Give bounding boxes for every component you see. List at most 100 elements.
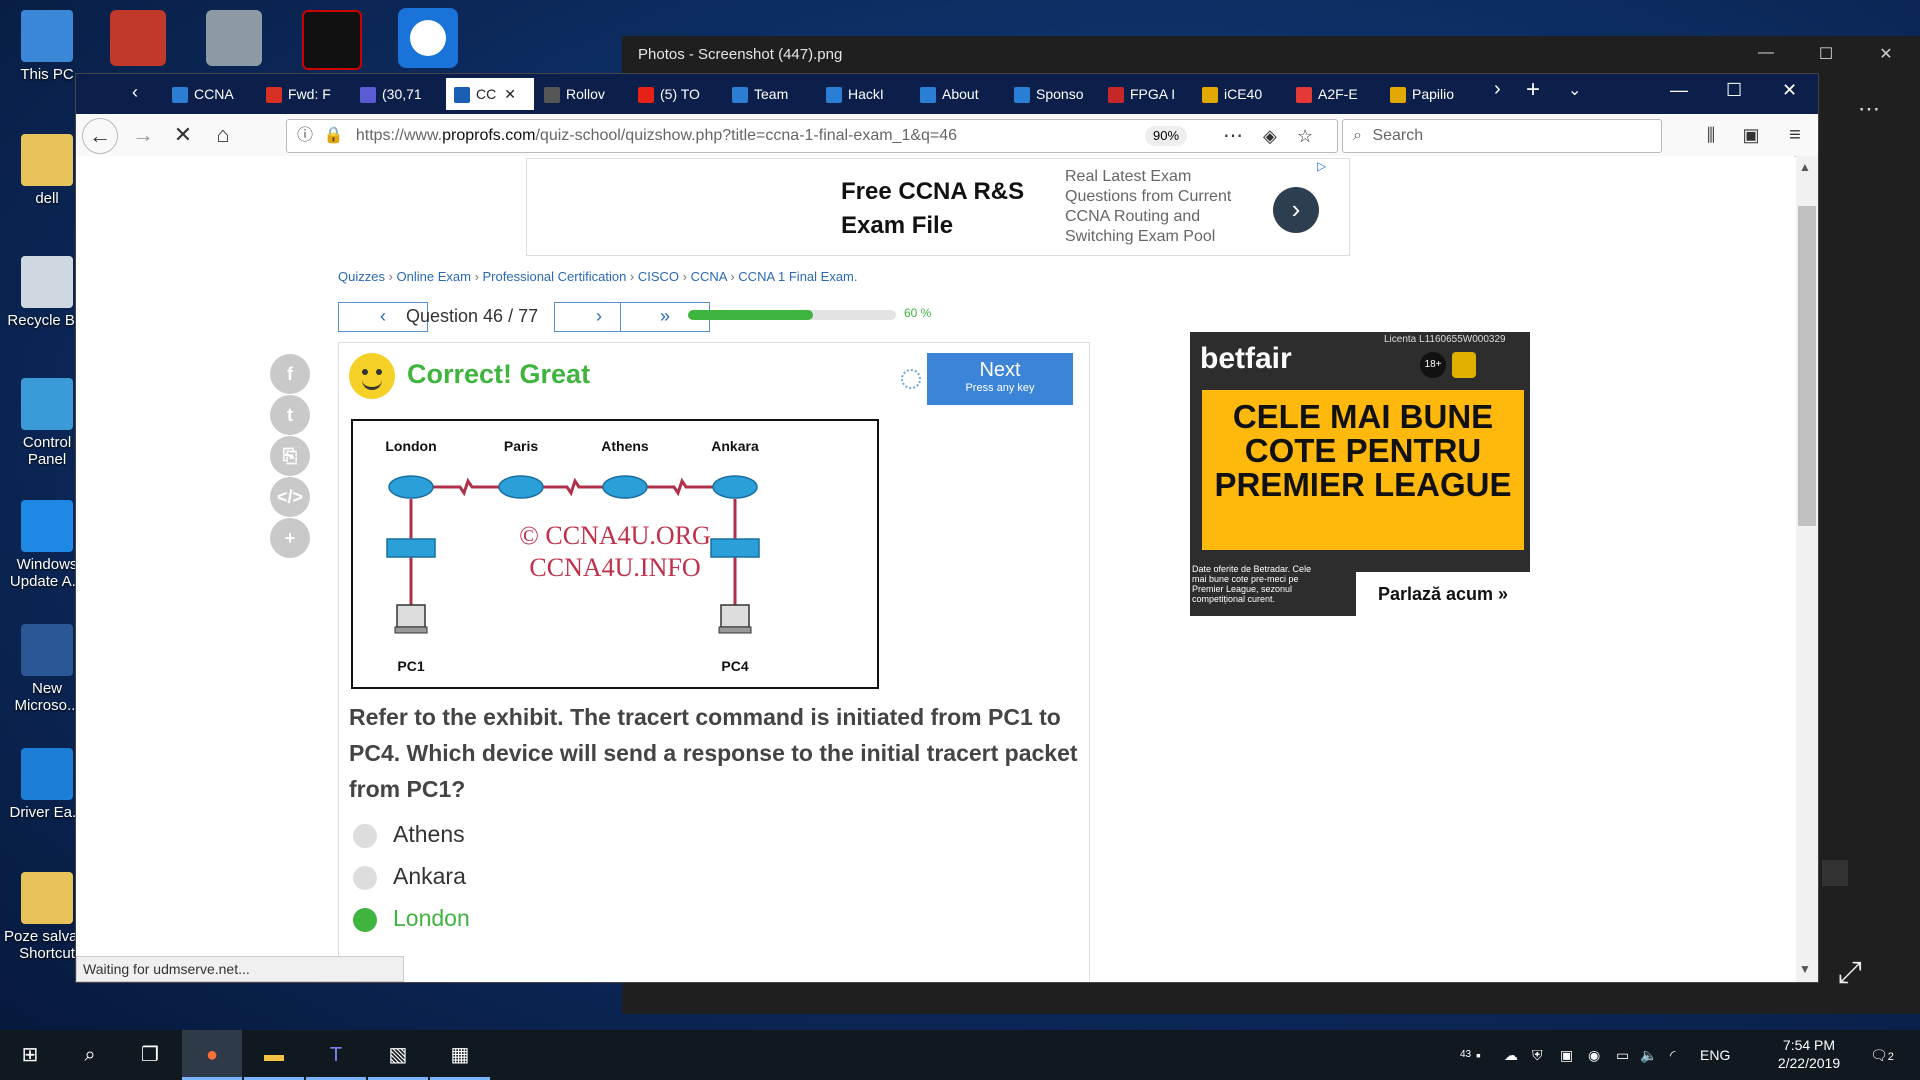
ad-cta-button[interactable]: Parlază acum » — [1356, 572, 1530, 616]
ad-arrow-icon[interactable]: › — [1273, 187, 1319, 233]
maximize-icon[interactable]: ☐ — [1806, 44, 1846, 64]
radio-button[interactable] — [353, 907, 377, 932]
answer-option[interactable]: Athens — [353, 821, 465, 848]
fullscreen-icon[interactable]: ⤢ — [1838, 956, 1862, 990]
browser-tab[interactable]: iCE40 — [1194, 78, 1286, 110]
next-button[interactable]: Next Press any key — [927, 353, 1073, 405]
browser-tab[interactable]: FPGA I — [1100, 78, 1192, 110]
browser-tab[interactable]: CC ✕ — [446, 78, 534, 110]
notifications-icon[interactable]: 🗨2 — [1870, 1030, 1894, 1080]
zoom-badge[interactable]: 90% — [1145, 126, 1188, 146]
back-icon[interactable]: ← — [82, 118, 118, 154]
language-indicator[interactable]: ENG — [1700, 1030, 1730, 1080]
tabs-scroll-left-icon[interactable]: ‹ — [132, 82, 138, 103]
radio-button[interactable] — [353, 823, 377, 848]
menu-icon[interactable]: ≡ — [1780, 120, 1810, 150]
browser-tab[interactable]: Team — [724, 78, 816, 110]
breadcrumb-link[interactable]: CCNA 1 Final Exam. — [738, 269, 857, 284]
calculator-icon[interactable]: ▦ — [430, 1030, 490, 1080]
tabs-scroll-right-icon[interactable]: › — [1494, 78, 1501, 101]
answer-option[interactable]: Ankara — [353, 863, 466, 890]
browser-tab[interactable]: (5) TO — [630, 78, 722, 110]
lock-warning-icon[interactable]: 🔒 — [323, 127, 343, 144]
tray-teams-icon[interactable]: ▪ — [1476, 1030, 1481, 1080]
tray-defender-icon[interactable]: ▣ — [1560, 1030, 1573, 1080]
breadcrumb-link[interactable]: CISCO — [638, 269, 679, 284]
library-icon[interactable]: ⫼ — [1696, 120, 1726, 150]
photos-taskbar-icon[interactable]: ▧ — [368, 1030, 428, 1080]
start-icon[interactable]: ⊞ — [0, 1030, 60, 1080]
browser-tab[interactable]: (30,71 — [352, 78, 444, 110]
tray-cloud-icon[interactable]: ☁ — [1504, 1030, 1518, 1080]
scrollbar[interactable]: ▲ ▼ — [1796, 156, 1818, 982]
minimize-icon[interactable]: — — [1746, 44, 1786, 62]
ff-maximize-icon[interactable]: ☐ — [1726, 80, 1742, 101]
adchoices-icon[interactable]: ▷ — [1317, 159, 1326, 173]
tab-close-icon[interactable]: ✕ — [504, 86, 516, 102]
new-tab-icon[interactable]: + — [1526, 76, 1540, 104]
breadcrumb-link[interactable]: Quizzes — [338, 269, 385, 284]
breadcrumb-link[interactable]: CCNA — [691, 269, 727, 284]
task-view-icon[interactable]: ❐ — [120, 1030, 180, 1080]
scroll-thumb[interactable] — [1798, 206, 1816, 526]
embed-icon[interactable]: </> — [270, 477, 310, 517]
more-share-icon[interactable]: + — [270, 518, 310, 558]
bookmark-star-icon[interactable]: ☆ — [1297, 120, 1313, 152]
stop-icon[interactable]: ✕ — [168, 120, 198, 150]
browser-tab[interactable]: About — [912, 78, 1004, 110]
page-actions-icon[interactable]: ⋯ — [1223, 120, 1243, 152]
breadcrumb-link[interactable]: Professional Certification — [483, 269, 627, 284]
copy-link-icon[interactable]: ⎘ — [270, 436, 310, 476]
close-icon[interactable]: ✕ — [1866, 44, 1906, 64]
pocket-icon[interactable]: ◈ — [1263, 120, 1277, 152]
info-icon[interactable]: ⓘ — [297, 127, 313, 144]
url-domain: proprofs.com — [442, 127, 536, 144]
ff-minimize-icon[interactable]: — — [1670, 80, 1688, 101]
facebook-share-icon[interactable]: f — [270, 354, 310, 394]
desktop-icon[interactable]: This PC — [4, 10, 90, 83]
tray-teamviewer-icon[interactable]: ◉ — [1588, 1030, 1600, 1080]
browser-tab[interactable]: Fwd: F — [258, 78, 350, 110]
tray-shield-icon[interactable]: ⛨ — [1532, 1030, 1543, 1080]
app-shortcut-icon[interactable] — [110, 10, 166, 66]
tab-label: iCE40 — [1224, 86, 1263, 102]
firefox-taskbar-icon[interactable]: ● — [182, 1030, 242, 1080]
tab-label: About — [942, 86, 979, 102]
battery-icon[interactable]: ▭ — [1616, 1030, 1629, 1080]
volume-icon[interactable]: 🔈 — [1640, 1030, 1657, 1080]
browser-tab[interactable]: CCNA — [164, 78, 256, 110]
twitter-share-icon[interactable]: t — [270, 395, 310, 435]
browser-tab[interactable]: Papilio — [1382, 78, 1474, 110]
nav-bar: ← → ✕ ⌂ ⓘ 🔒 https://www.proprofs.com/qui… — [76, 114, 1818, 157]
search-input[interactable]: ⌕ Search — [1342, 119, 1662, 153]
side-ad[interactable]: betfair Licenta L1160655W000329 18+ CELE… — [1190, 332, 1530, 616]
more-options-icon[interactable]: ⋯ — [1858, 96, 1880, 122]
radio-button[interactable] — [353, 865, 377, 890]
clock[interactable]: 7:54 PM 2/22/2019 — [1764, 1030, 1854, 1072]
breadcrumb-link[interactable]: Online Exam — [397, 269, 471, 284]
thumb-icon[interactable] — [1822, 860, 1848, 886]
lt-spice-icon[interactable] — [302, 10, 362, 70]
search-taskbar-icon[interactable]: ⌕ — [60, 1030, 120, 1080]
teamviewer-icon[interactable] — [398, 8, 458, 68]
sidebar-icon[interactable]: ▣ — [1736, 120, 1766, 150]
list-tabs-icon[interactable]: ⌄ — [1568, 80, 1581, 100]
forward-icon[interactable]: → — [128, 120, 158, 150]
mail-tool-icon[interactable] — [206, 10, 262, 66]
tab-favicon-icon — [1014, 87, 1030, 104]
home-icon[interactable]: ⌂ — [208, 120, 238, 150]
tab-label: (30,71 — [382, 86, 422, 102]
top-ad-banner[interactable]: Free CCNA R&S Exam File Real Latest Exam… — [526, 158, 1350, 256]
file-explorer-icon[interactable]: ▬ — [244, 1030, 304, 1080]
browser-tab[interactable]: Sponso — [1006, 78, 1098, 110]
wifi-icon[interactable]: ◜ — [1670, 1030, 1675, 1080]
answer-option[interactable]: London — [353, 905, 470, 932]
scroll-down-icon[interactable]: ▼ — [1799, 962, 1811, 976]
scroll-up-icon[interactable]: ▲ — [1799, 160, 1811, 174]
browser-tab[interactable]: Rollov — [536, 78, 628, 110]
url-bar[interactable]: ⓘ 🔒 https://www.proprofs.com/quiz-school… — [286, 119, 1338, 153]
ff-close-icon[interactable]: ✕ — [1782, 80, 1797, 101]
browser-tab[interactable]: A2F-E — [1288, 78, 1380, 110]
teams-icon[interactable]: T — [306, 1030, 366, 1080]
browser-tab[interactable]: HackI — [818, 78, 910, 110]
